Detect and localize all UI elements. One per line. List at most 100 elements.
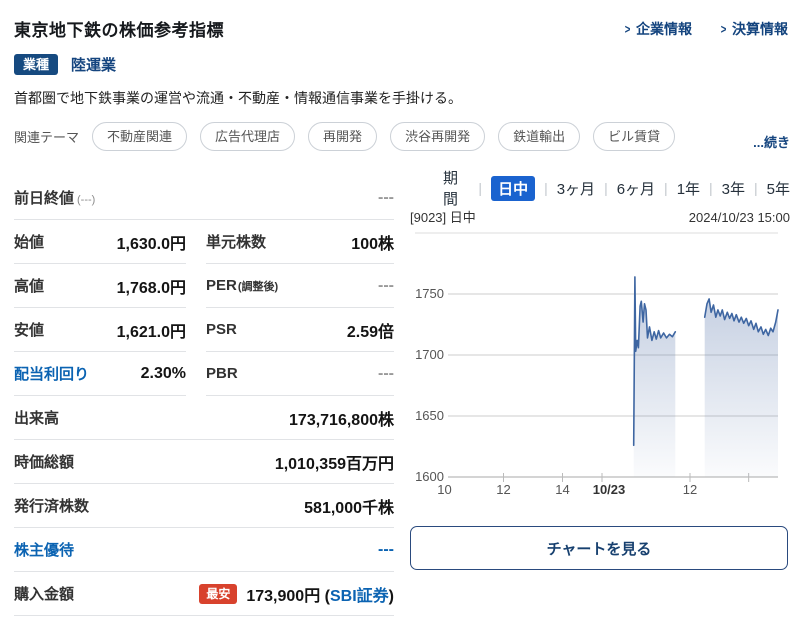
- y-axis-label: 1750: [415, 286, 444, 301]
- chevron-right-icon: >: [625, 21, 631, 36]
- industry-badge: 業種: [14, 54, 58, 75]
- metric-label: 購入金額: [14, 583, 74, 604]
- row-prev-close: 前日終値(---) ---: [14, 176, 394, 220]
- period-separator: |: [754, 180, 758, 196]
- metric-value: 100株: [351, 230, 394, 254]
- cheapest-badge: 最安: [199, 584, 237, 604]
- x-axis-label: 10/23: [593, 482, 626, 497]
- page-header: 東京地下鉄の株価参考指標 > 企業情報 > 決算情報: [0, 0, 802, 41]
- period-separator: |: [544, 180, 548, 196]
- period-separator: |: [709, 180, 713, 196]
- theme-pills: 不動産関連 広告代理店 再開発 渋谷再開発 鉄道輸出 ビル賃貸: [92, 122, 751, 151]
- x-axis-label: 12: [496, 482, 510, 497]
- period-tab-5y[interactable]: 5年: [767, 178, 790, 199]
- theme-pill[interactable]: 再開発: [308, 122, 377, 151]
- theme-pill[interactable]: 広告代理店: [200, 122, 295, 151]
- metric-sublabel: (調整後): [238, 281, 278, 293]
- main-content: 前日終値(---) --- 始値 1,630.0円 単元株数 100株 高値 1…: [14, 176, 802, 616]
- x-axis-label: 12: [683, 482, 697, 497]
- company-info-link[interactable]: > 企業情報: [624, 19, 692, 39]
- intraday-price-chart: 160016501700175010121410/2312: [410, 228, 790, 500]
- metric-value: 1,621.0円: [117, 318, 186, 342]
- metric-label: 高値: [14, 275, 44, 296]
- earnings-info-label: 決算情報: [732, 19, 788, 39]
- y-axis-label: 1650: [415, 408, 444, 423]
- period-tab-intraday[interactable]: 日中: [491, 176, 535, 201]
- row-shares-outstanding: 発行済株数 581,000千株: [14, 484, 394, 528]
- metric-value: 581,000千株: [304, 494, 394, 518]
- metric-label: PBR: [206, 365, 238, 382]
- period-tab-3y[interactable]: 3年: [722, 178, 745, 199]
- metric-label: 時価総額: [14, 451, 74, 472]
- purchase-value-group: 最安 173,900円 (SBI証券): [199, 582, 394, 606]
- industry-row: 業種 陸運業: [14, 54, 788, 75]
- chart-panel: 期間 | 日中 | 3ヶ月 | 6ヶ月 | 1年 | 3年 | 5年 [9023…: [410, 176, 790, 570]
- period-tab-6m[interactable]: 6ヶ月: [617, 178, 655, 199]
- metric-prev-close: 前日終値(---) ---: [14, 176, 394, 220]
- metric-sublabel: (---): [77, 194, 95, 206]
- theme-pill[interactable]: ビル賃貸: [593, 122, 675, 151]
- shareholder-benefits-link[interactable]: 株主優待: [14, 539, 74, 560]
- metric-value: 1,010,359百万円: [275, 450, 394, 474]
- metric-shares-outstanding: 発行済株数 581,000千株: [14, 484, 394, 528]
- metric-label: 前日終値(---): [14, 187, 95, 208]
- y-axis-label: 1700: [415, 347, 444, 362]
- metric-unit-shares: 単元株数 100株: [206, 220, 394, 264]
- metric-label: 出来高: [14, 407, 59, 428]
- period-separator: |: [478, 180, 482, 196]
- x-axis-label: 14: [555, 482, 569, 497]
- metric-label: PSR: [206, 321, 237, 338]
- row-yield-pbr: 配当利回り 2.30% PBR ---: [14, 352, 394, 396]
- metric-psr: PSR 2.59倍: [206, 308, 394, 352]
- theme-pill[interactable]: 鉄道輸出: [498, 122, 580, 151]
- dividend-yield-link[interactable]: 配当利回り: [14, 363, 89, 384]
- chevron-right-icon: >: [721, 21, 727, 36]
- period-tab-3m[interactable]: 3ヶ月: [557, 178, 595, 199]
- themes-label: 関連テーマ: [14, 127, 79, 146]
- period-separator: |: [604, 180, 608, 196]
- metric-value: ---: [378, 277, 394, 295]
- metric-label: 発行済株数: [14, 495, 89, 516]
- earnings-info-link[interactable]: > 決算情報: [720, 19, 788, 39]
- chart-meta: [9023] 日中 2024/10/23 15:00: [410, 207, 790, 226]
- metric-purchase-amount: 購入金額 最安 173,900円 (SBI証券): [14, 572, 394, 616]
- row-open-unit: 始値 1,630.0円 単元株数 100株: [14, 220, 394, 264]
- metric-low: 安値 1,621.0円: [14, 308, 186, 352]
- metric-value: ---: [378, 189, 394, 207]
- theme-pill[interactable]: 渋谷再開発: [390, 122, 485, 151]
- metric-value: 2.30%: [141, 365, 186, 383]
- metric-value: 173,716,800株: [289, 406, 394, 430]
- view-chart-button[interactable]: チャートを見る: [410, 526, 788, 570]
- row-low-psr: 安値 1,621.0円 PSR 2.59倍: [14, 308, 394, 352]
- metric-value: 1,768.0円: [117, 274, 186, 298]
- metric-value: ---: [378, 365, 394, 383]
- row-high-per: 高値 1,768.0円 PER(調整後) ---: [14, 264, 394, 308]
- metric-label: 始値: [14, 231, 44, 252]
- metric-dividend-yield: 配当利回り 2.30%: [14, 352, 186, 396]
- period-selector: 期間 | 日中 | 3ヶ月 | 6ヶ月 | 1年 | 3年 | 5年: [443, 176, 790, 200]
- metric-value: 1,630.0円: [117, 230, 186, 254]
- metric-label: 安値: [14, 319, 44, 340]
- stock-reference-page: 東京地下鉄の株価参考指標 > 企業情報 > 決算情報 業種 陸運業 首都圏で地下…: [0, 0, 802, 634]
- metric-high: 高値 1,768.0円: [14, 264, 186, 308]
- industry-link[interactable]: 陸運業: [71, 54, 116, 75]
- theme-pill[interactable]: 不動産関連: [92, 122, 187, 151]
- row-purchase-amount: 購入金額 最安 173,900円 (SBI証券): [14, 572, 394, 616]
- company-description: 首都圏で地下鉄事業の運営や流通・不動産・情報通信事業を手掛ける。: [14, 88, 788, 108]
- metric-per: PER(調整後) ---: [206, 264, 394, 308]
- metric-shareholder-benefits: 株主優待 ---: [14, 528, 394, 572]
- period-separator: |: [664, 180, 668, 196]
- period-label: 期間: [443, 167, 469, 209]
- metric-value: 2.59倍: [347, 318, 394, 342]
- metric-label: 単元株数: [206, 231, 266, 252]
- x-axis-label: 10: [437, 482, 451, 497]
- period-tab-1y[interactable]: 1年: [677, 178, 700, 199]
- chart-timestamp: 2024/10/23 15:00: [689, 210, 790, 225]
- themes-more-link[interactable]: ...続き: [753, 132, 790, 151]
- broker-link[interactable]: SBI証券: [330, 588, 389, 605]
- chart-code-label: [9023] 日中: [410, 207, 476, 226]
- stock-metrics-table: 前日終値(---) --- 始値 1,630.0円 単元株数 100株 高値 1…: [14, 176, 394, 616]
- page-title: 東京地下鉄の株価参考指標: [14, 16, 224, 41]
- row-shareholder-benefits: 株主優待 ---: [14, 528, 394, 572]
- header-links: > 企業情報 > 決算情報: [624, 16, 788, 39]
